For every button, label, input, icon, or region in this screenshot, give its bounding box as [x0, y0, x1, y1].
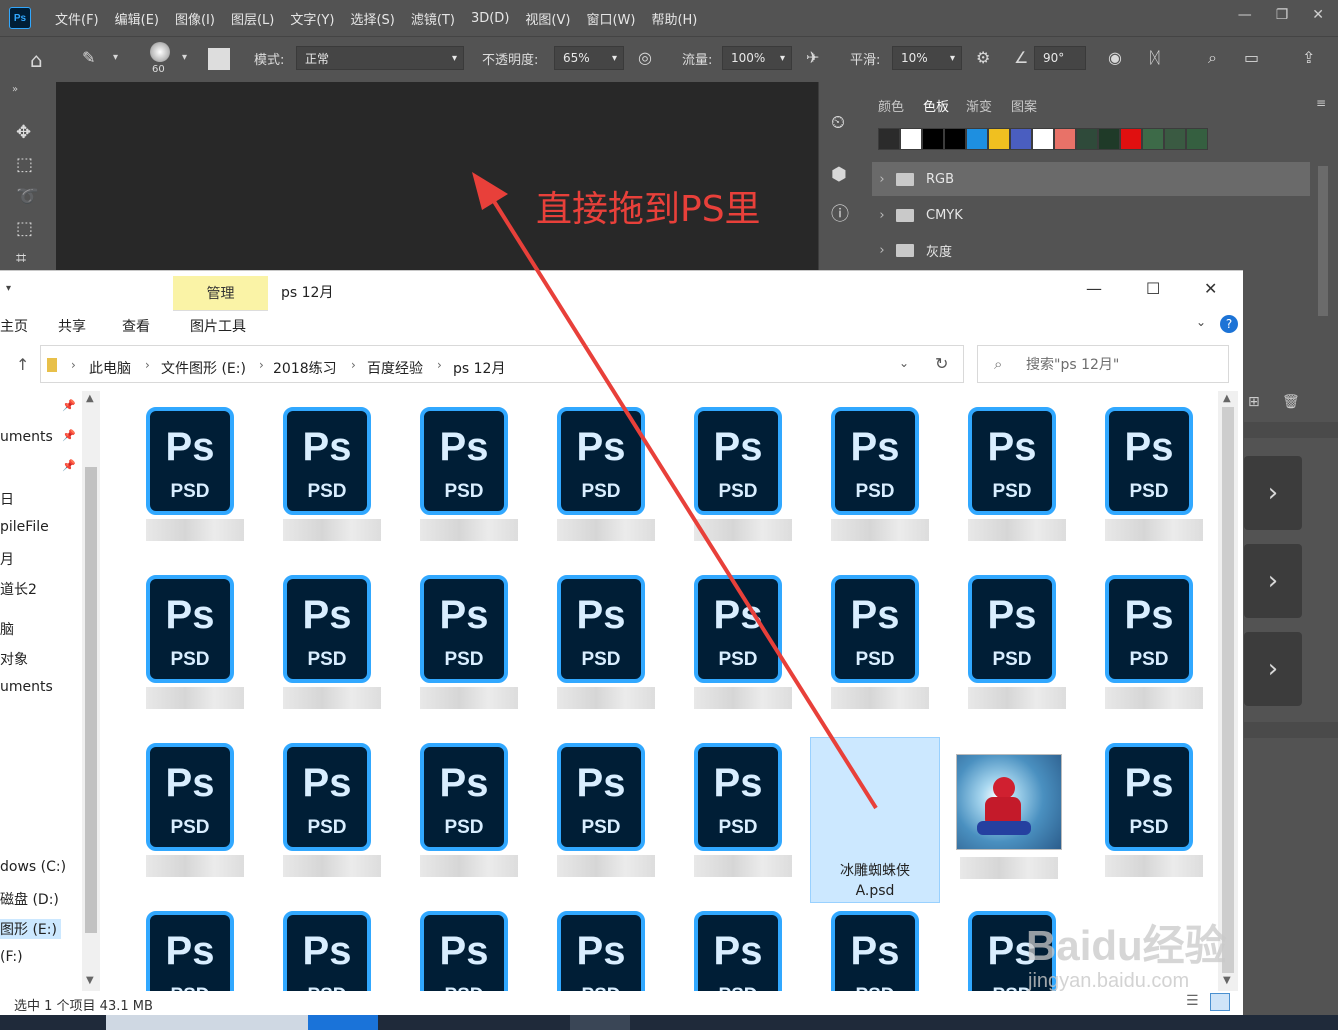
drag-arrow — [472, 172, 878, 810]
taskbar — [0, 1015, 1338, 1030]
taskbar-explorer[interactable] — [570, 1015, 630, 1030]
watermark-brand: Baidu经验 — [1026, 922, 1227, 969]
taskbar-search[interactable] — [106, 1015, 308, 1030]
taskbar-app[interactable] — [308, 1015, 378, 1030]
arrow-line — [488, 193, 878, 810]
arrow-head — [472, 172, 508, 210]
watermark-url: jingyan.baidu.com — [1028, 970, 1190, 992]
